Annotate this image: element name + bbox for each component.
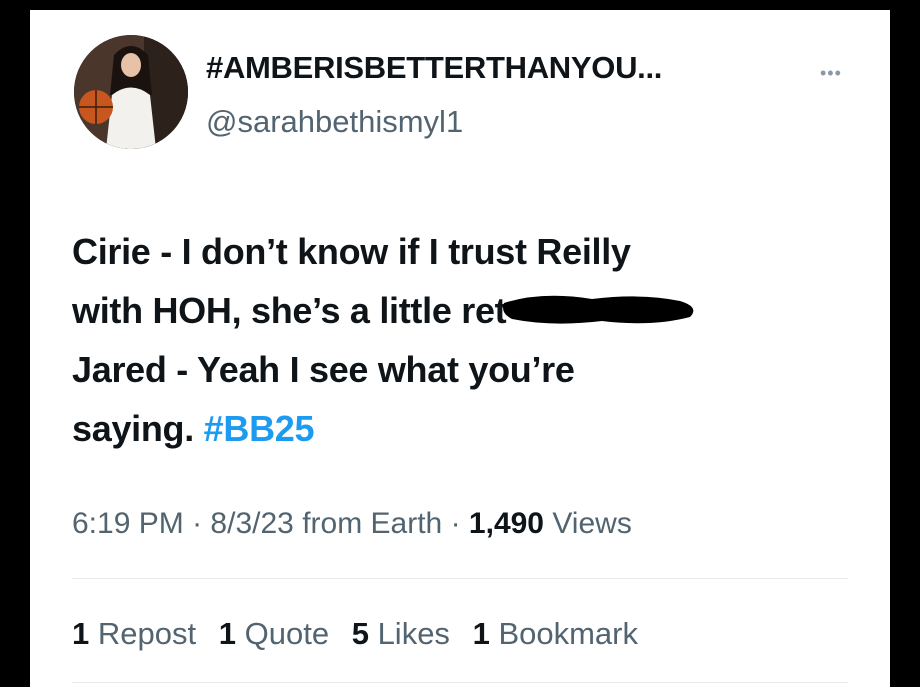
tweet-card: #AMBERISBETTERTHANYOU... ••• @sarahbethi… [30,10,890,687]
avatar-photo [74,35,188,149]
quotes-label: Quote [244,616,330,651]
bookmarks-label: Bookmark [498,616,638,651]
tweet-text: Cirie - I don’t know if I trust Reilly w… [72,222,832,458]
quotes-count: 1 [218,616,236,651]
reposts-count: 1 [72,616,90,651]
tweet-line: with HOH, she’s a little ret [72,281,832,340]
views-label: Views [552,507,632,540]
views-count: 1,490 [468,507,544,540]
tweet-line: Jared - Yeah I see what you’re [72,349,575,390]
meta-separator: · [450,507,461,540]
divider [72,682,848,683]
display-name[interactable]: #AMBERISBETTERTHANYOU... [206,50,662,86]
tweet-line-text: with HOH, she’s a little ret [72,290,507,331]
tweet-time[interactable]: 6:19 PM [72,507,184,540]
likes-label: Likes [377,616,450,651]
divider [72,578,848,579]
reposts-stat[interactable]: 1 Repost [72,616,196,651]
reposts-label: Repost [97,616,197,651]
avatar[interactable] [74,35,188,149]
tweet-line: Cirie - I don’t know if I trust Reilly [72,231,631,272]
tweet-line: saying. #BB25 [72,399,832,458]
meta-separator: · [192,507,203,540]
bookmarks-stat[interactable]: 1 Bookmark [473,616,638,651]
redaction-mark [503,296,694,325]
user-handle[interactable]: @sarahbethismyl1 [206,104,463,140]
likes-count: 5 [351,616,369,651]
engagement-stats: 1 Repost 1 Quote 5 Likes 1 Bookmark [72,616,652,652]
tweet-source: from Earth [302,507,443,540]
tweet-line-text: saying. [72,408,194,449]
more-horizontal-icon[interactable]: ••• [820,63,842,84]
bookmarks-count: 1 [472,616,490,651]
tweet-meta: 6:19 PM · 8/3/23 from Earth · 1,490 View… [72,507,632,541]
likes-stat[interactable]: 5 Likes [352,616,450,651]
hashtag-link[interactable]: #BB25 [204,408,315,449]
quotes-stat[interactable]: 1 Quote [219,616,329,651]
tweet-date[interactable]: 8/3/23 [210,507,293,540]
